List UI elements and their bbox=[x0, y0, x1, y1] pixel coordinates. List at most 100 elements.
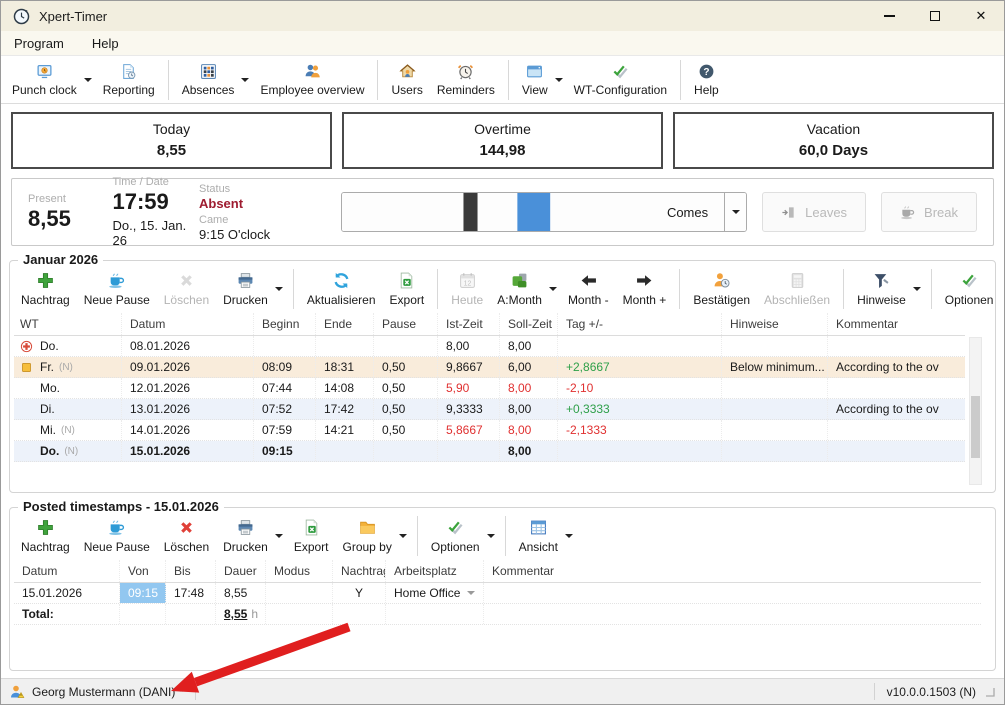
toolbar-separator bbox=[377, 60, 378, 100]
nachtrag-button[interactable]: Nachtrag bbox=[14, 517, 77, 556]
help-button[interactable]: Help bbox=[687, 60, 726, 99]
menu-program[interactable]: Program bbox=[12, 34, 66, 53]
question-mark-icon bbox=[698, 62, 715, 80]
col-ist[interactable]: Ist-Zeit bbox=[438, 313, 500, 335]
punch-clock-dropdown[interactable] bbox=[84, 78, 92, 82]
month-plus-button[interactable]: Month + bbox=[616, 270, 674, 309]
comes-button[interactable]: Comes bbox=[342, 193, 724, 231]
neue-pause-button[interactable]: Neue Pause bbox=[77, 517, 157, 556]
month-group: Januar 2026 Nachtrag Neue Pause Löschen … bbox=[9, 260, 996, 493]
table-row[interactable]: Do.(N) 15.01.2026 09:15 8,00 bbox=[14, 441, 965, 462]
absences-dropdown[interactable] bbox=[241, 78, 249, 82]
table-row[interactable]: Mi.(N) 14.01.2026 07:59 14:21 0,50 5,866… bbox=[14, 420, 965, 441]
calculator-icon bbox=[789, 272, 806, 290]
aktualisieren-button[interactable]: Aktualisieren bbox=[300, 270, 383, 309]
col-soll[interactable]: Soll-Zeit bbox=[500, 313, 558, 335]
optionen-button[interactable]: Optionen bbox=[938, 270, 995, 309]
col-kommentar[interactable]: Kommentar bbox=[484, 560, 981, 582]
drucken-button[interactable]: Drucken bbox=[216, 517, 275, 556]
break-button[interactable]: Break bbox=[881, 192, 977, 232]
col-tag[interactable]: Tag +/- bbox=[558, 313, 722, 335]
neue-pause-button[interactable]: Neue Pause bbox=[77, 270, 157, 309]
nachtrag-button[interactable]: Nachtrag bbox=[14, 270, 77, 309]
col-pause[interactable]: Pause bbox=[374, 313, 438, 335]
col-datum[interactable]: Datum bbox=[122, 313, 254, 335]
comes-dropdown[interactable] bbox=[724, 193, 746, 231]
optionen-dropdown[interactable] bbox=[487, 534, 495, 538]
absences-button[interactable]: Absences bbox=[175, 60, 242, 99]
loeschen-button[interactable]: Löschen bbox=[157, 270, 216, 309]
drucken-dropdown[interactable] bbox=[275, 287, 283, 291]
leaves-button[interactable]: Leaves bbox=[762, 192, 866, 232]
close-button[interactable]: ✕ bbox=[958, 1, 1004, 31]
table-row[interactable]: Mo. 12.01.2026 07:44 14:08 0,50 5,90 8,0… bbox=[14, 378, 965, 399]
coffee-cup-icon bbox=[108, 272, 125, 290]
loeschen-button[interactable]: Löschen bbox=[157, 517, 216, 556]
refresh-icon bbox=[333, 272, 350, 290]
col-modus[interactable]: Modus bbox=[266, 560, 333, 582]
time-date-label: Time / Date bbox=[112, 176, 199, 188]
col-beginn[interactable]: Beginn bbox=[254, 313, 316, 335]
group-by-button[interactable]: Group by bbox=[336, 517, 399, 556]
scrollbar-thumb[interactable] bbox=[971, 396, 980, 457]
overtime-label: Overtime bbox=[344, 121, 661, 137]
status-column: Status Absent Came 9:15 O'clock bbox=[199, 183, 341, 242]
double-check-icon bbox=[447, 519, 464, 537]
export-button[interactable]: Export bbox=[287, 517, 336, 556]
ansicht-button[interactable]: Ansicht bbox=[512, 517, 565, 556]
col-wt[interactable]: WT bbox=[14, 313, 122, 335]
table-row[interactable]: Do. 08.01.2026 8,00 8,00 bbox=[14, 336, 965, 357]
reminders-button[interactable]: Reminders bbox=[430, 60, 502, 99]
hinweise-button[interactable]: Hinweise bbox=[850, 270, 913, 309]
bestaetigen-button[interactable]: Bestätigen bbox=[686, 270, 757, 309]
col-ende[interactable]: Ende bbox=[316, 313, 374, 335]
col-hinweise[interactable]: Hinweise bbox=[722, 313, 828, 335]
resize-grip-icon[interactable] bbox=[984, 686, 996, 698]
minimize-button[interactable] bbox=[866, 1, 912, 31]
vertical-scrollbar[interactable] bbox=[969, 337, 982, 485]
posted-table: Datum Von Bis Dauer Modus Nachtrag Arbei… bbox=[10, 560, 995, 625]
wt-configuration-button[interactable]: WT-Configuration bbox=[567, 60, 674, 99]
heute-button[interactable]: Heute bbox=[444, 270, 490, 309]
maximize-button[interactable] bbox=[912, 1, 958, 31]
month-view-icon bbox=[511, 272, 528, 290]
employee-overview-button[interactable]: Employee overview bbox=[253, 60, 371, 99]
double-check-icon bbox=[612, 62, 629, 80]
group-by-dropdown[interactable] bbox=[399, 534, 407, 538]
hinweise-dropdown[interactable] bbox=[913, 287, 921, 291]
col-bis[interactable]: Bis bbox=[166, 560, 216, 582]
a-month-button[interactable]: A:Month bbox=[490, 270, 549, 309]
col-datum[interactable]: Datum bbox=[14, 560, 120, 582]
month-minus-button[interactable]: Month - bbox=[561, 270, 616, 309]
selected-von-cell[interactable]: 09:15 bbox=[120, 583, 166, 603]
abschliessen-button[interactable]: Abschließen bbox=[757, 270, 837, 309]
overtime-value: 144,98 bbox=[344, 142, 661, 159]
export-button[interactable]: Export bbox=[383, 270, 432, 309]
col-von[interactable]: Von bbox=[120, 560, 166, 582]
optionen-button[interactable]: Optionen bbox=[424, 517, 487, 556]
menu-help[interactable]: Help bbox=[90, 34, 121, 53]
view-dropdown[interactable] bbox=[555, 78, 563, 82]
table-row[interactable]: 15.01.2026 09:15 17:48 8,55 Y Home Offic… bbox=[14, 583, 981, 604]
col-kommentar[interactable]: Kommentar bbox=[828, 313, 965, 335]
arbeitsplatz-dropdown[interactable] bbox=[467, 591, 475, 595]
table-view-icon bbox=[530, 519, 547, 537]
toolbar-separator bbox=[505, 516, 506, 556]
drucken-button[interactable]: Drucken bbox=[216, 270, 275, 309]
table-row[interactable]: Fr.(N) 09.01.2026 08:09 18:31 0,50 9,866… bbox=[14, 357, 965, 378]
users-button[interactable]: Users bbox=[384, 60, 429, 99]
table-row[interactable]: Di. 13.01.2026 07:52 17:42 0,50 9,3333 8… bbox=[14, 399, 965, 420]
col-dauer[interactable]: Dauer bbox=[216, 560, 266, 582]
ansicht-dropdown[interactable] bbox=[565, 534, 573, 538]
col-nachtrag[interactable]: Nachtrag bbox=[333, 560, 386, 582]
punch-clock-button[interactable]: Punch clock bbox=[5, 60, 84, 99]
a-month-dropdown[interactable] bbox=[549, 287, 557, 291]
status-label: Status bbox=[199, 183, 341, 195]
current-user[interactable]: Georg Mustermann (DANI) * bbox=[9, 684, 183, 700]
view-button[interactable]: View bbox=[515, 60, 555, 99]
arbeitsplatz-select[interactable]: Home Office bbox=[386, 583, 484, 603]
drucken-dropdown[interactable] bbox=[275, 534, 283, 538]
col-arbeitsplatz[interactable]: Arbeitsplatz bbox=[386, 560, 484, 582]
reporting-button[interactable]: Reporting bbox=[96, 60, 162, 99]
version-label: v10.0.0.1503 (N) bbox=[887, 685, 976, 699]
